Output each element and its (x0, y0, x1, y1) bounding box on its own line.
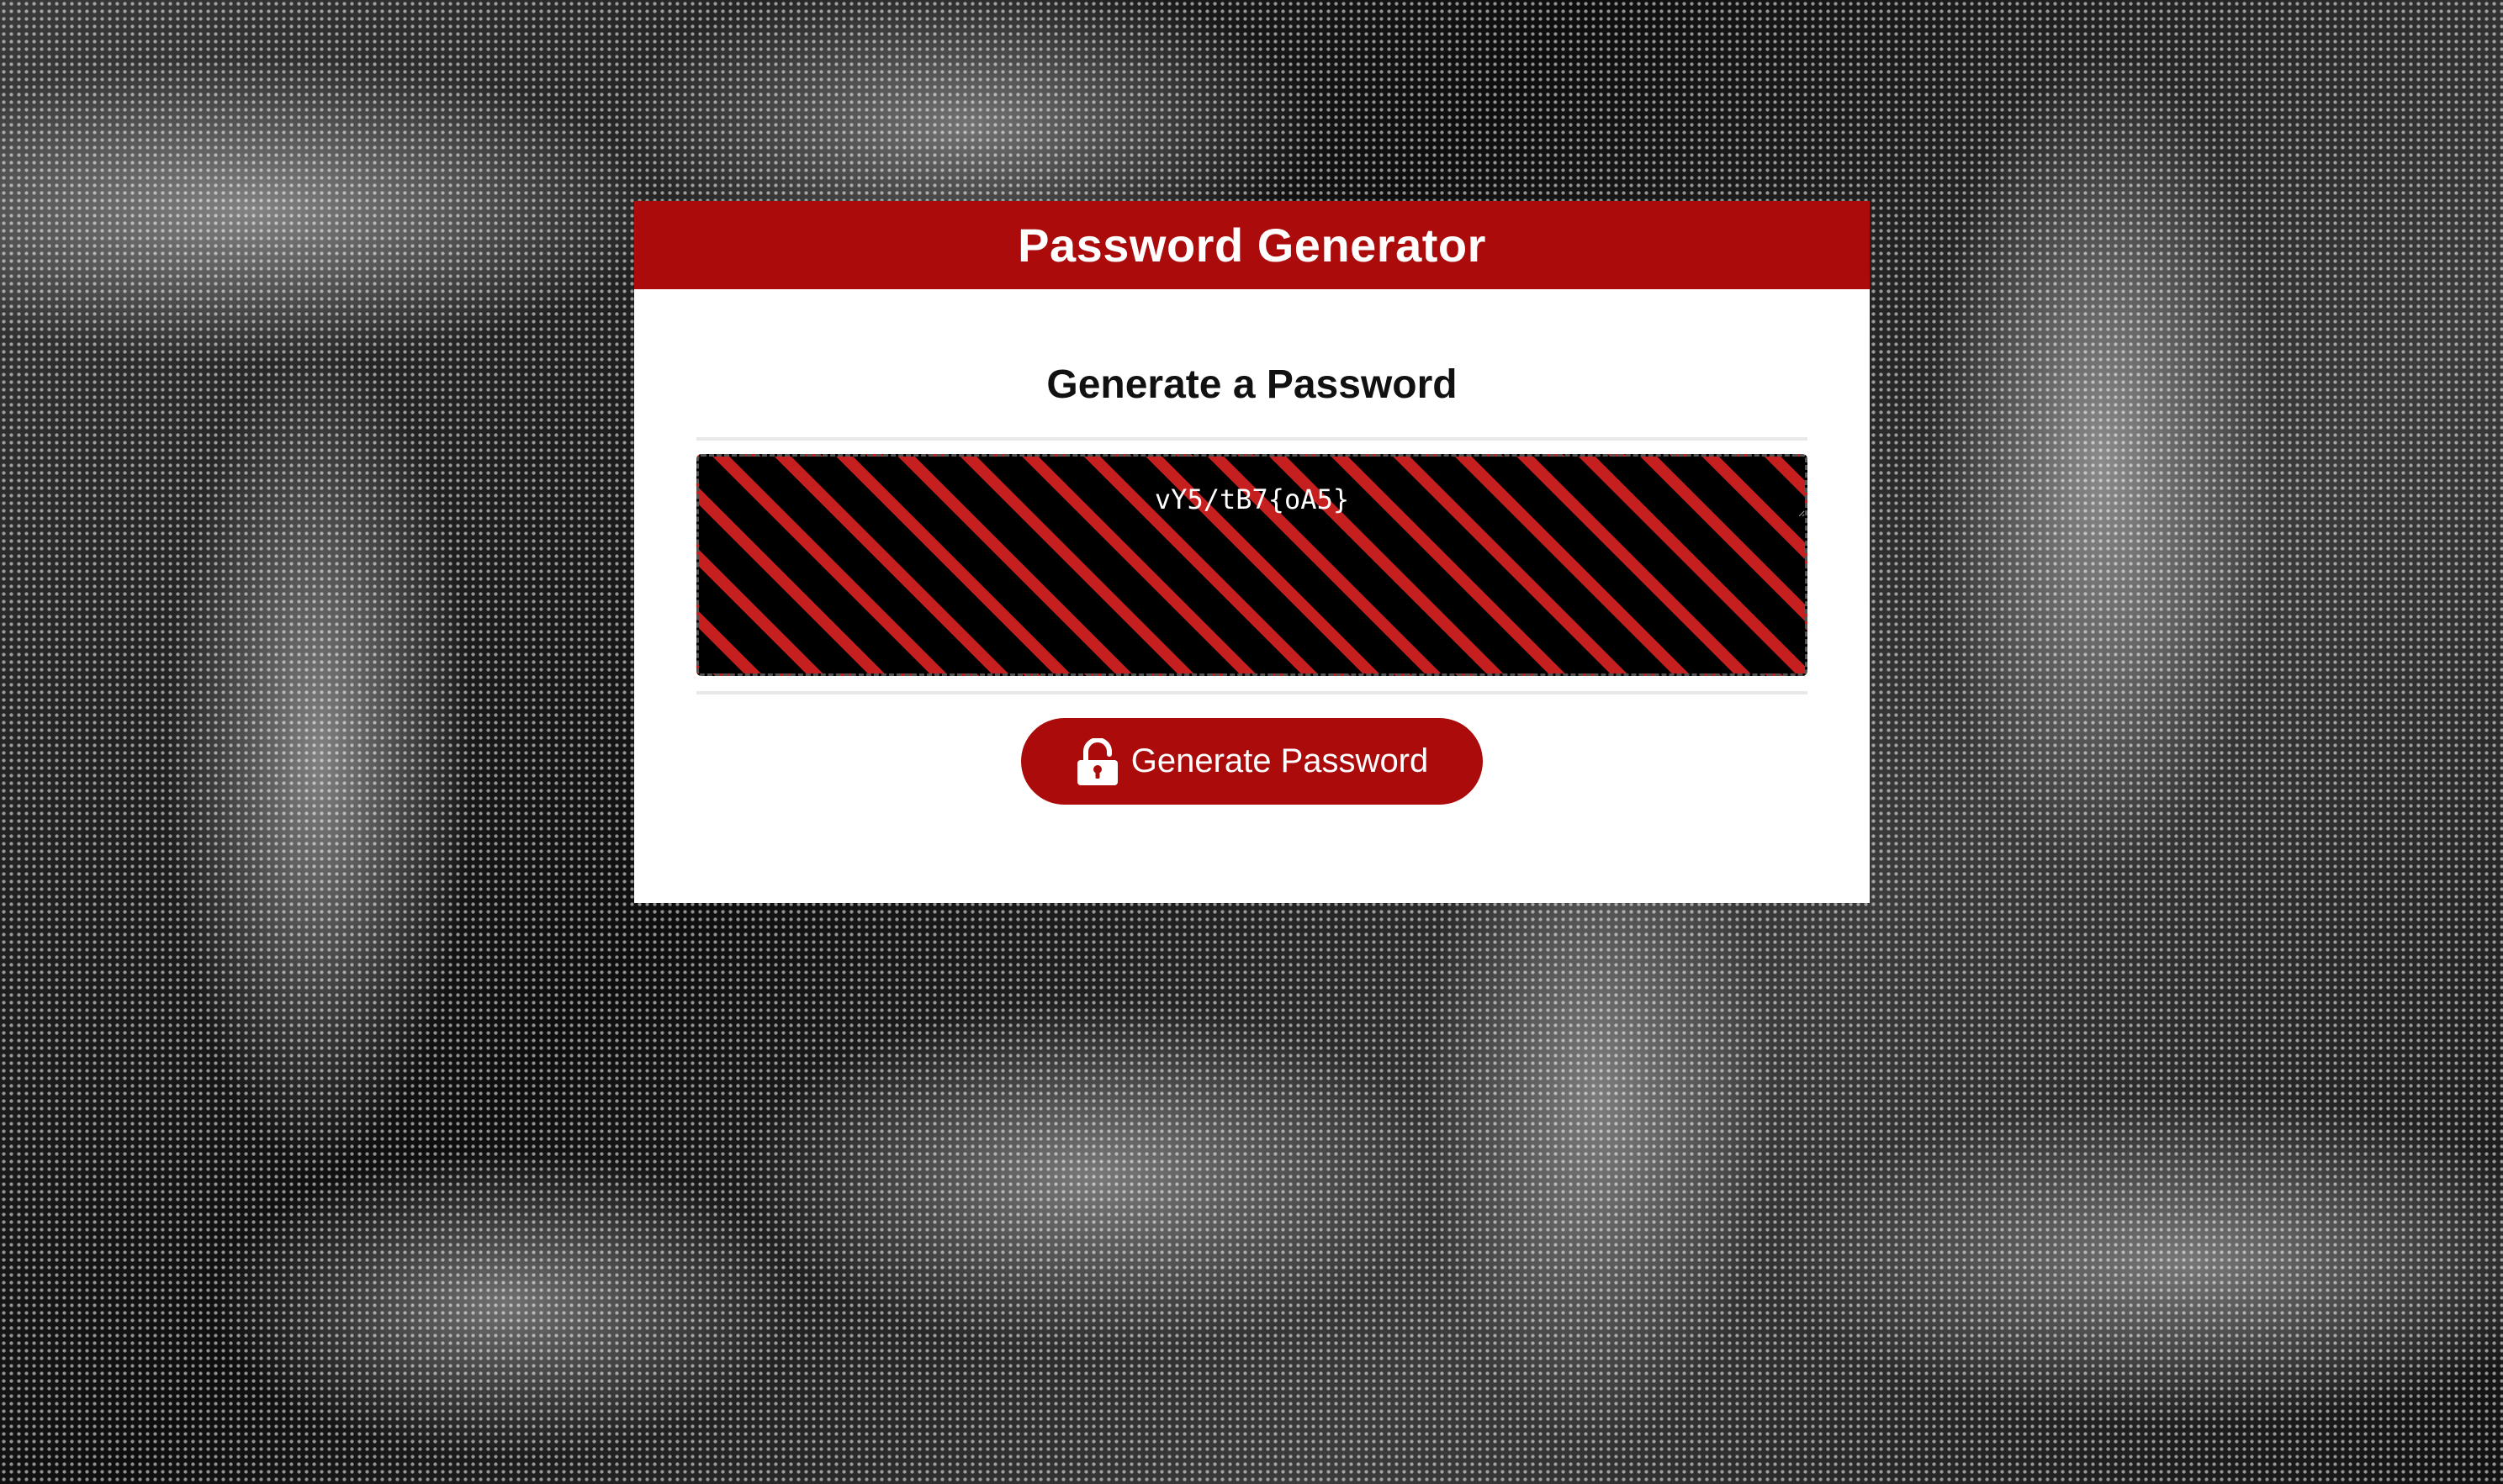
password-generator-card: Password Generator Generate a Password v… (634, 201, 1870, 903)
bottom-divider (696, 691, 1807, 694)
generate-password-button[interactable]: Generate Password (1021, 718, 1483, 805)
card-header: Password Generator (634, 201, 1870, 289)
card-body: Generate a Password vY5/tB7{oA5} Generat… (634, 289, 1870, 805)
page-title: Password Generator (1018, 219, 1486, 272)
card-subtitle: Generate a Password (1046, 362, 1458, 407)
top-divider (696, 437, 1807, 441)
password-display[interactable]: vY5/tB7{oA5} (696, 454, 1807, 676)
generate-password-label: Generate Password (1130, 742, 1429, 779)
password-output[interactable]: vY5/tB7{oA5} (699, 482, 1805, 517)
button-row: Generate Password (696, 718, 1807, 805)
unlock-icon (1076, 737, 1119, 785)
